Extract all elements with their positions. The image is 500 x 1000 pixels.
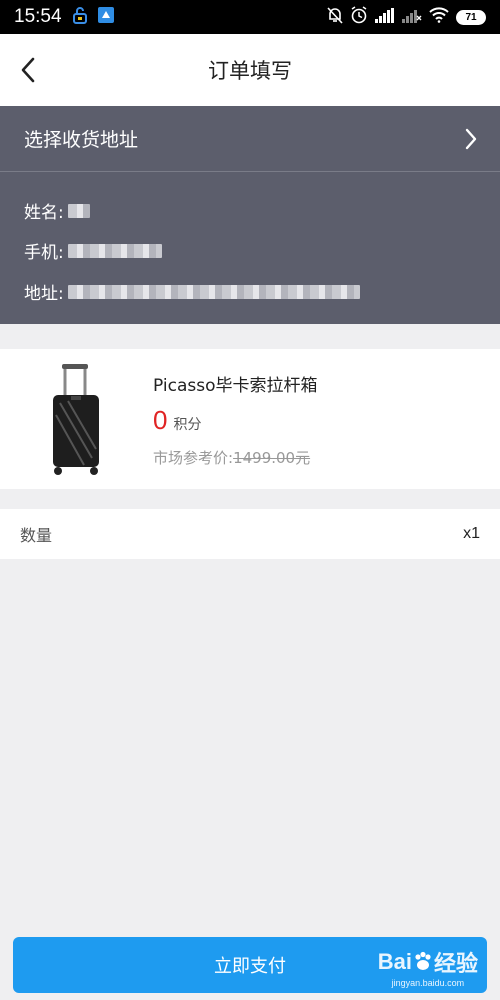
watermark-logo: Bai 经验 (377, 949, 478, 976)
address-name-row: 姓名: (24, 198, 90, 223)
price-value: 0 (153, 405, 168, 435)
status-bar: 15:54 71 (0, 0, 500, 34)
market-price-value: 1499.00元 (233, 449, 311, 467)
market-price-label: 市场参考价: (153, 449, 234, 467)
paw-icon (415, 951, 431, 970)
signal-icon (375, 7, 395, 27)
battery-icon: 71 (456, 9, 486, 25)
baidu-watermark: Bai 经验 jingyan.baidu.com (378, 946, 478, 988)
quantity-row: 数量 x1 (0, 509, 500, 559)
quantity-label: 数量 (20, 526, 53, 545)
name-redacted (67, 203, 90, 218)
name-label: 姓名: (24, 203, 64, 223)
lock-app-icon (72, 6, 88, 28)
luggage-image (53, 364, 99, 475)
phone-label: 手机: (24, 243, 64, 263)
market-price-row: 市场参考价:1499.00元 (153, 447, 310, 468)
pay-now-label: 立即支付 (214, 956, 286, 977)
chevron-right-icon (465, 128, 477, 149)
product-card[interactable]: Picasso毕卡索拉杆箱 0 积分 市场参考价:1499.00元 (0, 349, 500, 489)
app-notification-icon (97, 7, 114, 27)
product-name: Picasso毕卡索拉杆箱 (153, 376, 318, 396)
wifi-icon (429, 7, 449, 27)
price-unit: 积分 (173, 417, 202, 433)
select-address-label: 选择收货地址 (24, 129, 139, 151)
alarm-icon (350, 6, 368, 28)
back-button[interactable] (10, 52, 46, 88)
address-detail-row: 地址: (24, 279, 360, 304)
phone-redacted (67, 243, 162, 258)
quantity-value: x1 (463, 525, 480, 542)
product-price: 0 积分 (153, 405, 201, 436)
chevron-left-icon (21, 57, 35, 83)
page-title: 订单填写 (208, 59, 292, 83)
watermark-url: jingyan.baidu.com (391, 978, 465, 988)
nav-bar: 订单填写 (0, 34, 500, 106)
status-time: 15:54 (14, 6, 62, 27)
mute-icon (327, 6, 343, 28)
address-phone-row: 手机: (24, 238, 162, 263)
signal-weak-icon (402, 8, 422, 27)
address-card: 选择收货地址 姓名: 手机: 地址: (0, 106, 500, 324)
address-redacted (67, 284, 360, 299)
address-label: 地址: (24, 284, 64, 304)
select-address-button[interactable]: 选择收货地址 (0, 106, 500, 172)
